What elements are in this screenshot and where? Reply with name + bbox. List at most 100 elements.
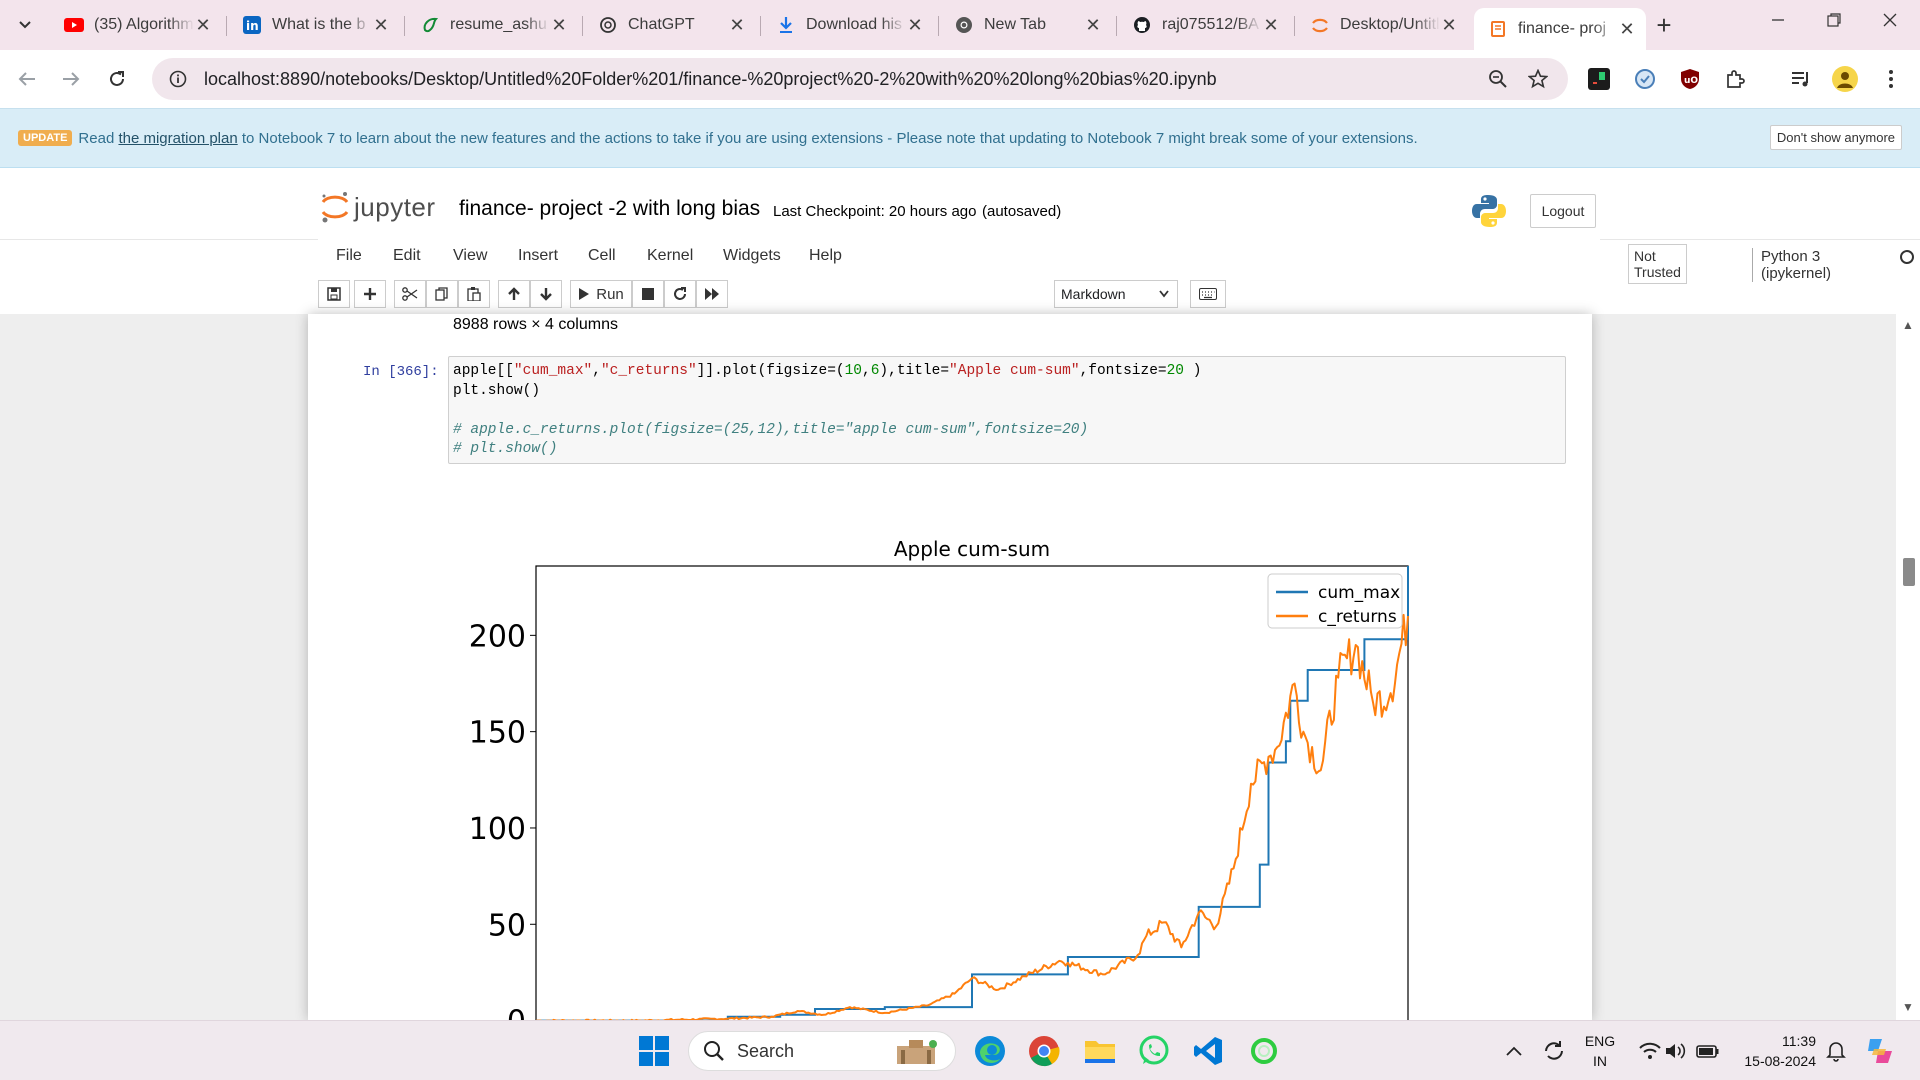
copy-button[interactable] bbox=[426, 280, 458, 308]
jupyter-logo[interactable]: jupyter bbox=[320, 190, 436, 224]
menu-widgets[interactable]: Widgets bbox=[723, 247, 781, 265]
bookmark-star-icon[interactable] bbox=[1518, 69, 1558, 89]
extension-terminal-icon[interactable] bbox=[1586, 66, 1612, 92]
tab-close-icon[interactable]: ✕ bbox=[728, 15, 746, 36]
run-button[interactable]: Run bbox=[570, 280, 632, 308]
notifications-bell-icon[interactable] bbox=[1818, 1033, 1854, 1069]
restore-icon[interactable] bbox=[1814, 10, 1854, 33]
reload-icon[interactable] bbox=[102, 64, 132, 94]
volume-icon[interactable] bbox=[1658, 1033, 1694, 1069]
tab-download[interactable]: Download his ✕ bbox=[762, 8, 934, 42]
tab-close-icon[interactable]: ✕ bbox=[1084, 15, 1102, 36]
forward-icon[interactable] bbox=[56, 64, 86, 94]
copilot-icon[interactable] bbox=[1862, 1033, 1898, 1069]
tab-finance-notebook[interactable]: finance- proj ✕ bbox=[1474, 8, 1646, 50]
input-language[interactable]: ENG IN bbox=[1582, 1031, 1618, 1071]
tab-new-tab[interactable]: New Tab ✕ bbox=[940, 8, 1112, 42]
browser-menu-icon[interactable] bbox=[1878, 66, 1904, 92]
site-info-icon[interactable] bbox=[166, 67, 190, 91]
windows-start-icon[interactable] bbox=[636, 1033, 672, 1069]
url-text[interactable]: localhost:8890/notebooks/Desktop/Untitle… bbox=[204, 69, 1478, 90]
cell-type-select[interactable]: Markdown bbox=[1054, 280, 1178, 308]
tab-title: resume_ashu bbox=[450, 16, 547, 33]
chrome-taskbar-icon[interactable] bbox=[1026, 1033, 1062, 1069]
menu-help[interactable]: Help bbox=[809, 247, 842, 265]
scroll-thumb[interactable] bbox=[1903, 558, 1915, 586]
tab-jupyter-tree[interactable]: Desktop/Untitl ✕ bbox=[1296, 8, 1468, 42]
not-trusted-button[interactable]: Not Trusted bbox=[1628, 244, 1687, 284]
menu-edit[interactable]: Edit bbox=[393, 247, 421, 265]
app-ring-icon[interactable] bbox=[1246, 1033, 1282, 1069]
save-button[interactable] bbox=[318, 280, 350, 308]
whatsapp-icon[interactable] bbox=[1136, 1033, 1172, 1069]
file-explorer-icon[interactable] bbox=[1082, 1033, 1118, 1069]
paste-button[interactable] bbox=[458, 280, 490, 308]
tray-chevron-up-icon[interactable] bbox=[1496, 1033, 1532, 1069]
kernel-name[interactable]: Python 3 (ipykernel) bbox=[1752, 248, 1831, 282]
github-icon bbox=[1132, 15, 1152, 35]
tab-close-icon[interactable]: ✕ bbox=[906, 15, 924, 36]
migration-plan-link[interactable]: the migration plan bbox=[118, 130, 237, 147]
arrow-down-icon bbox=[540, 288, 552, 301]
tab-close-icon[interactable]: ✕ bbox=[1618, 19, 1636, 40]
move-up-button[interactable] bbox=[498, 280, 530, 308]
zoom-icon[interactable] bbox=[1478, 69, 1518, 89]
vscode-icon[interactable] bbox=[1190, 1033, 1226, 1069]
dont-show-anymore-button[interactable]: Don't show anymore bbox=[1769, 125, 1902, 150]
cut-button[interactable] bbox=[394, 280, 426, 308]
logout-button[interactable]: Logout bbox=[1530, 194, 1596, 228]
sync-icon[interactable] bbox=[1536, 1033, 1572, 1069]
extension-shield-icon[interactable] bbox=[1632, 66, 1658, 92]
menu-kernel[interactable]: Kernel bbox=[647, 247, 693, 265]
tab-close-icon[interactable]: ✕ bbox=[550, 15, 568, 36]
restart-button[interactable] bbox=[664, 280, 696, 308]
battery-icon[interactable] bbox=[1690, 1033, 1726, 1069]
restart-run-all-button[interactable] bbox=[696, 280, 728, 308]
y-tick-label: 100 bbox=[469, 812, 526, 847]
ublock-icon[interactable]: uO bbox=[1677, 66, 1703, 92]
menu-view[interactable]: View bbox=[453, 247, 487, 265]
tab-close-icon[interactable]: ✕ bbox=[1262, 15, 1280, 36]
code-string: "Apple cum-sum" bbox=[949, 363, 1080, 379]
minimize-icon[interactable] bbox=[1758, 10, 1798, 33]
extensions-puzzle-icon[interactable] bbox=[1722, 66, 1748, 92]
profile-avatar[interactable] bbox=[1832, 66, 1858, 92]
system-clock[interactable]: 11:39 15-08-2024 bbox=[1736, 1031, 1816, 1071]
tab-close-icon[interactable]: ✕ bbox=[1440, 15, 1458, 36]
address-bar[interactable]: localhost:8890/notebooks/Desktop/Untitle… bbox=[152, 58, 1568, 100]
tab-linkedin[interactable]: in What is the b ✕ bbox=[228, 8, 400, 42]
menu-cell[interactable]: Cell bbox=[588, 247, 616, 265]
back-icon[interactable] bbox=[12, 64, 42, 94]
code-cell-input[interactable]: apple[["cum_max","c_returns"]].plot(figs… bbox=[448, 356, 1566, 464]
close-window-icon[interactable] bbox=[1870, 10, 1910, 33]
new-tab-button[interactable]: + bbox=[1650, 12, 1678, 38]
scroll-up-icon[interactable]: ▲ bbox=[1902, 318, 1914, 332]
tab-close-icon[interactable]: ✕ bbox=[194, 15, 212, 36]
code-comment: # plt.show() bbox=[453, 441, 558, 457]
tab-github[interactable]: raj075512/BA ✕ bbox=[1118, 8, 1290, 42]
menu-file[interactable]: File bbox=[336, 247, 362, 265]
code-line-2: plt.show() bbox=[453, 382, 541, 399]
move-down-button[interactable] bbox=[530, 280, 562, 308]
page-scrollbar[interactable]: ▲ ▼ bbox=[1896, 314, 1920, 1020]
chatgpt-icon bbox=[598, 15, 618, 35]
taskbar-search[interactable]: Search bbox=[688, 1031, 956, 1071]
menu-insert[interactable]: Insert bbox=[518, 247, 558, 265]
tab-overleaf[interactable]: resume_ashu ✕ bbox=[406, 8, 578, 42]
tab-chatgpt[interactable]: ChatGPT ✕ bbox=[584, 8, 756, 42]
command-palette-button[interactable] bbox=[1190, 280, 1226, 308]
notebook-name[interactable]: finance- project -2 with long bias bbox=[459, 197, 760, 221]
scroll-down-icon[interactable]: ▼ bbox=[1902, 1000, 1914, 1014]
kernel-status-icon bbox=[1900, 250, 1914, 264]
jupyter-header: jupyter finance- project -2 with long bi… bbox=[0, 168, 1920, 240]
chart-title: Apple cum-sum bbox=[894, 537, 1050, 561]
interrupt-button[interactable] bbox=[632, 280, 664, 308]
tab-close-icon[interactable]: ✕ bbox=[372, 15, 390, 36]
insert-cell-button[interactable] bbox=[354, 280, 386, 308]
svg-text:in: in bbox=[246, 19, 259, 33]
media-controls-icon[interactable] bbox=[1788, 66, 1814, 92]
tab-youtube[interactable]: (35) Algorithm ✕ bbox=[50, 8, 222, 42]
notebook-page: 8988 rows × 4 columns In [366]: apple[["… bbox=[308, 314, 1592, 1020]
tab-search-chevron-icon[interactable] bbox=[12, 12, 38, 38]
edge-icon[interactable] bbox=[972, 1033, 1008, 1069]
